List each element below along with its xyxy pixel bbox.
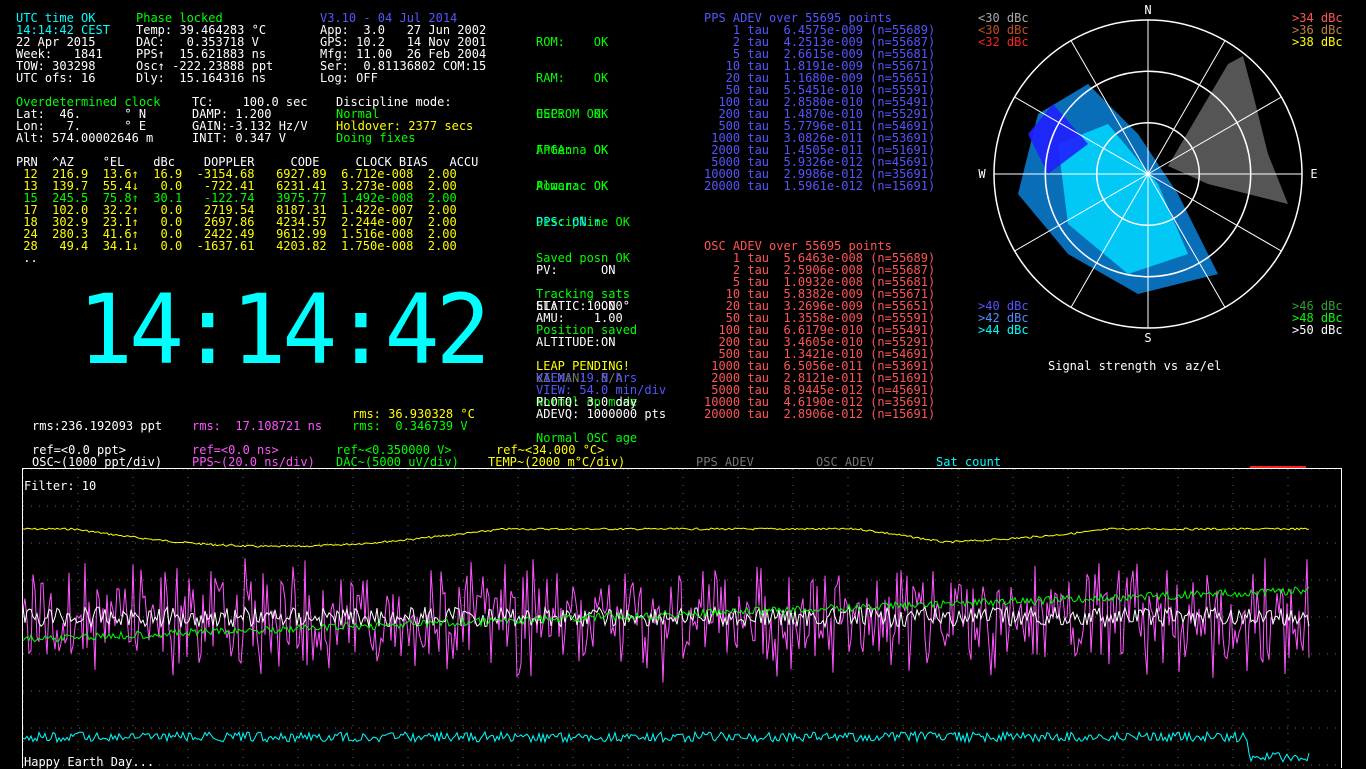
osc-adev-plot-toggle[interactable]: OSC ADEV (816, 456, 874, 468)
sky-legend-bl-2: >44 dBc (978, 323, 1029, 337)
health-rom: ROM: OK (536, 35, 609, 49)
sky-map-caption: Signal strength vs az/el (1048, 359, 1222, 373)
sat-row: 28 49.4 34.1↓ 0.0 -1637.61 4203.82 1.750… (16, 239, 457, 253)
sky-legend-br-2: >50 dBc (1292, 323, 1343, 337)
osc-adev-row: 20000 tau 2.8906e-012 (n=15691) (704, 407, 936, 421)
cable-delay: Dly: 15.164316 ns (136, 71, 267, 85)
pps-adev-row: 20000 tau 1.5961e-012 (n=15691) (704, 179, 936, 193)
sat-count-plot-toggle[interactable]: Sat count (936, 456, 1001, 468)
altitude: Alt: 574.00002646 m (16, 131, 154, 145)
doing-fixes: Doing fixes (336, 131, 416, 145)
pps-scale[interactable]: PPS~(20.0 ns/div) (192, 456, 315, 468)
sky-east-label: E (1310, 167, 1317, 181)
osc-scale[interactable]: OSC~(1000 ppt/div) (32, 456, 162, 468)
flag-altitude: ALTITUDE:ON (536, 335, 616, 349)
sky-south-label: S (1144, 331, 1151, 345)
pps-adev-table: 1 tau 6.4575e-009 (n=55689) 2 tau 4.2513… (704, 24, 935, 192)
init-voltage: INIT: 0.347 V (192, 131, 286, 145)
sky-legend-tr-2: >38 dBc (1292, 35, 1343, 49)
dac-scale[interactable]: DAC~(5000 uV/div) (336, 456, 459, 468)
sky-west-label: W (978, 167, 986, 181)
rms-pps: rms: 17.108721 ns (192, 419, 323, 433)
adev-queue: ADEVQ: 1000000 pts (536, 407, 667, 421)
temp-trace (23, 527, 1310, 548)
health-eeprom: EEPROM OK (536, 107, 602, 121)
osc-adev-table: 1 tau 5.6463e-008 (n=55689) 2 tau 2.5906… (704, 252, 935, 420)
pps-adev-plot-toggle[interactable]: PPS ADEV (696, 456, 754, 468)
health-almanac: Almanac OK (536, 179, 609, 193)
flag-pv: PV: ON (536, 263, 616, 277)
sat-table-ellipsis: .. (16, 251, 38, 265)
sky-north-label: N (1144, 3, 1151, 17)
utc-offset: UTC ofs: 16 (16, 71, 96, 85)
plot-area[interactable] (22, 468, 1342, 768)
footer-message: Happy Earth Day... (24, 755, 155, 769)
health-ram: RAM: OK (536, 71, 609, 85)
rms-osc: rms:236.192093 ppt (32, 419, 163, 433)
log-status: Log: OFF (320, 71, 378, 85)
sat-count-trace (23, 730, 1310, 763)
big-clock: 14:14:42 (78, 274, 491, 386)
sky-legend-tl-2: <32 dBc (978, 35, 1029, 49)
rms-dac: rms: 0.346739 V (352, 419, 468, 433)
amu-mask: AMU: 1.00 (536, 311, 623, 325)
filter-label: Filter: 10 (24, 479, 97, 493)
temp-scale[interactable]: TEMP~(2000 m°C/div) (488, 456, 625, 468)
health-antenna: Antenna OK (536, 143, 609, 157)
sat-table: 12 216.9 13.6↑ 16.9 -3154.68 6927.89 6.7… (16, 168, 457, 253)
pps-state: PPS: ON ↑ (536, 215, 602, 229)
